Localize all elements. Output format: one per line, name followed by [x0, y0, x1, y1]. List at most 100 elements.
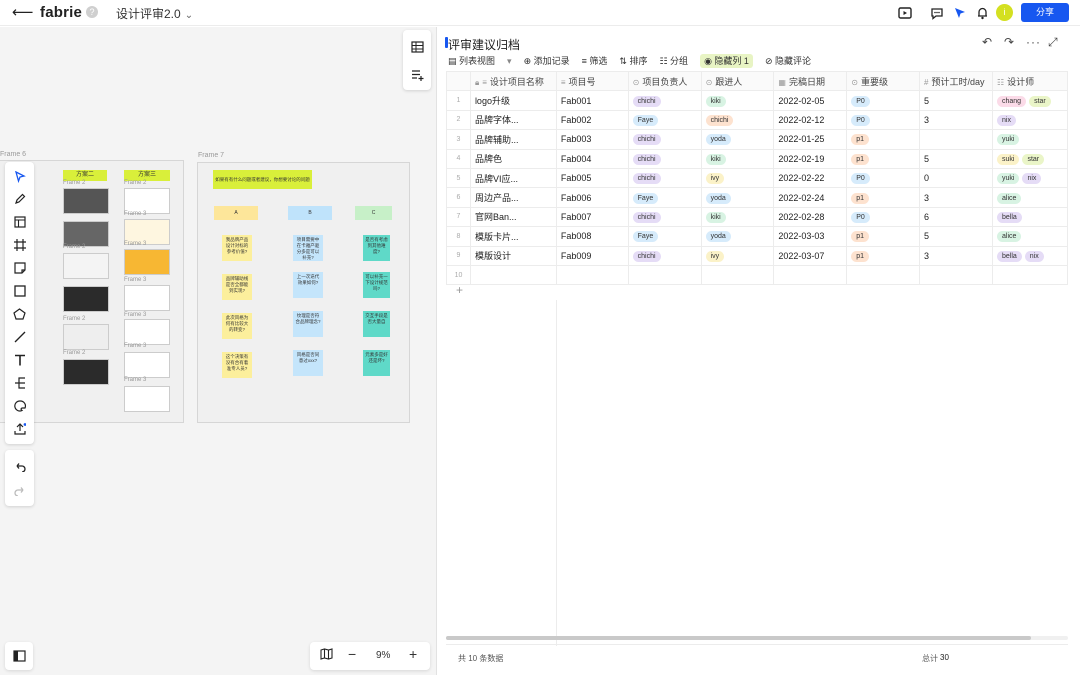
cell-date[interactable]: 2022-01-25: [773, 129, 848, 150]
cell-level[interactable]: p1: [846, 148, 921, 169]
mindmap-icon[interactable]: [5, 372, 34, 394]
row-index[interactable]: 6: [446, 187, 471, 208]
cell-name[interactable]: 模版卡片...: [469, 226, 557, 247]
cell-follower[interactable]: yoda: [700, 129, 775, 150]
cell-level[interactable]: P0: [846, 109, 921, 131]
table-view-icon[interactable]: [403, 36, 431, 58]
empty-cell[interactable]: [555, 264, 629, 286]
table-row-empty[interactable]: 10: [446, 264, 1068, 286]
cell-owner[interactable]: Faye: [627, 109, 702, 131]
empty-cell[interactable]: [992, 264, 1068, 286]
expand-icon[interactable]: ⤢: [1048, 35, 1058, 50]
cell-owner[interactable]: Faye: [627, 187, 702, 208]
filter-button[interactable]: ≡ 筛选: [582, 54, 608, 68]
table-row[interactable]: 8 模版卡片... Fab008 Faye yoda 2022-03-03 p1 5 alice: [446, 226, 1068, 247]
cell-level[interactable]: p1: [846, 129, 921, 150]
select-icon[interactable]: [5, 166, 34, 188]
column-header[interactable]: ▦ 完稿日期: [773, 70, 848, 92]
hidden-columns-button[interactable]: ◉ 隐藏列 1: [700, 54, 753, 68]
cell-date[interactable]: 2022-03-03: [773, 226, 848, 247]
upload-icon[interactable]: [5, 418, 34, 440]
cell-owner[interactable]: chichi: [627, 206, 702, 228]
cell-follower[interactable]: yoda: [700, 226, 775, 247]
cell-follower[interactable]: kiki: [700, 148, 775, 169]
cell-designers[interactable]: yuki nix: [992, 167, 1068, 189]
cell-project-no[interactable]: Fab007: [555, 206, 629, 228]
panel-toggle-icon[interactable]: [5, 642, 33, 670]
empty-cell[interactable]: [627, 264, 702, 286]
sticky-note[interactable]: 交互手段是否大量自: [363, 311, 390, 337]
cell-project-no[interactable]: Fab005: [555, 167, 629, 189]
cell-owner[interactable]: chichi: [627, 148, 702, 169]
row-index[interactable]: 9: [446, 245, 471, 266]
sticky-note[interactable]: 品牌辅助线是否全都能到实现?: [222, 274, 252, 300]
cell-hours[interactable]: 3: [919, 245, 993, 266]
back-arrow-icon[interactable]: ⟵: [12, 3, 34, 21]
empty-cell[interactable]: [846, 264, 921, 286]
pentagon-icon[interactable]: [5, 303, 34, 325]
frame-thumbnail[interactable]: [124, 319, 170, 345]
user-avatar[interactable]: i: [996, 4, 1013, 21]
cell-project-no[interactable]: Fab004: [555, 148, 629, 169]
frame-thumbnail[interactable]: [124, 352, 170, 378]
sticky-note[interactable]: 是否有考虑到其他难度?: [363, 235, 390, 261]
frame-thumbnail[interactable]: [124, 249, 170, 275]
sticky-note[interactable]: 这个决策有没有合有着准专人员?: [222, 352, 252, 378]
row-index[interactable]: 10: [446, 264, 471, 286]
column-header[interactable]: ⊙ 重要级: [846, 70, 921, 92]
sticky-note[interactable]: 纹理是否符合品牌理念?: [293, 311, 323, 337]
column-header[interactable]: ☷ 设计师: [992, 70, 1068, 92]
hide-comments-button[interactable]: ⊘ 隐藏评论: [765, 54, 811, 68]
sort-button[interactable]: ⇅ 排序: [619, 54, 647, 68]
table-row[interactable]: 5 品牌VI应... Fab005 chichi ivy 2022-02-22 P0 0 yuk…: [446, 167, 1068, 189]
cell-name[interactable]: 品牌字体...: [469, 109, 557, 131]
cell-level[interactable]: p1: [846, 226, 921, 247]
frame-thumbnail[interactable]: [124, 285, 170, 311]
frame-thumbnail[interactable]: [63, 253, 109, 279]
cell-level[interactable]: P0: [846, 90, 921, 111]
add-record-button[interactable]: ⊕ 添加记录: [524, 54, 570, 68]
undo-icon[interactable]: ↶: [982, 35, 992, 49]
list-view-select[interactable]: ▤ 列表视图 ▾: [448, 54, 512, 68]
cell-name[interactable]: 官网Ban...: [469, 206, 557, 228]
table-row[interactable]: 9 模版设计 Fab009 chichi ivy 2022-03-07 p1 3 bella ni…: [446, 245, 1068, 266]
cell-designers[interactable]: bella nix: [992, 245, 1068, 266]
minimap-icon[interactable]: [320, 648, 333, 663]
cell-hours[interactable]: 5: [919, 148, 993, 169]
table-row[interactable]: 1 logo升级 Fab001 chichi kiki 2022-02-05 P0 5 chan…: [446, 90, 1068, 111]
cell-name[interactable]: 周边产品...: [469, 187, 557, 208]
frame-icon[interactable]: [5, 234, 34, 256]
cell-level[interactable]: P0: [846, 206, 921, 228]
cell-follower[interactable]: yoda: [700, 187, 775, 208]
sticky-note[interactable]: 项目需要中在卡雅产驱分多是可以补充?: [293, 235, 323, 261]
cell-hours[interactable]: 6: [919, 206, 993, 228]
table-row[interactable]: 3 品牌辅助... Fab003 chichi yoda 2022-01-25 p1 yuki: [446, 129, 1068, 150]
column-header[interactable]: ⊙ 跟进人: [700, 70, 775, 92]
cell-owner[interactable]: chichi: [627, 90, 702, 111]
rectangle-icon[interactable]: [5, 280, 34, 302]
row-index[interactable]: 5: [446, 167, 471, 189]
cell-owner[interactable]: chichi: [627, 167, 702, 189]
cell-project-no[interactable]: Fab002: [555, 109, 629, 131]
group-button[interactable]: ☷ 分组: [659, 54, 688, 68]
cell-name[interactable]: 品牌色: [469, 148, 557, 169]
cell-designers[interactable]: alice: [992, 187, 1068, 208]
template-icon[interactable]: [5, 211, 34, 233]
text-icon[interactable]: [5, 349, 34, 371]
cell-project-no[interactable]: Fab009: [555, 245, 629, 266]
sticky-note[interactable]: 此次风格为何有比较大的转变?: [222, 313, 252, 339]
redo-icon[interactable]: ↷: [1004, 35, 1014, 49]
cell-hours[interactable]: 0: [919, 167, 993, 189]
cell-date[interactable]: 2022-02-28: [773, 206, 848, 228]
add-list-icon[interactable]: [403, 64, 431, 86]
cell-follower[interactable]: kiki: [700, 206, 775, 228]
cell-date[interactable]: 2022-03-07: [773, 245, 848, 266]
document-title[interactable]: 设计评审2.0 ⌄: [116, 5, 193, 22]
cell-follower[interactable]: kiki: [700, 90, 775, 111]
row-index[interactable]: 1: [446, 90, 471, 111]
palette-icon[interactable]: [5, 395, 34, 417]
cell-designers[interactable]: yuki: [992, 129, 1068, 150]
frame-thumbnail[interactable]: [63, 324, 109, 350]
empty-cell[interactable]: [700, 264, 775, 286]
cell-date[interactable]: 2022-02-24: [773, 187, 848, 208]
